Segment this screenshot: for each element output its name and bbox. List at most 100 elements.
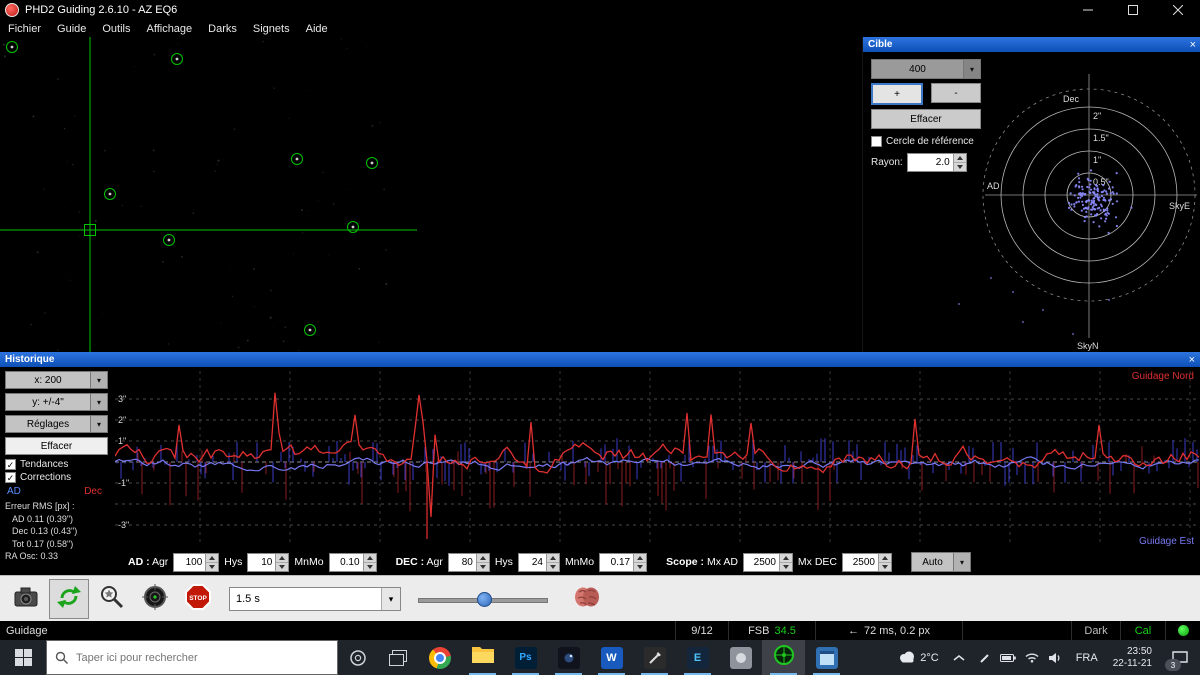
pen-icon[interactable] bbox=[979, 652, 991, 664]
menu-item-affichage[interactable]: Affichage bbox=[139, 20, 201, 37]
ra-minmove-spinner[interactable] bbox=[362, 553, 376, 571]
wifi-icon[interactable] bbox=[1025, 652, 1039, 663]
status-correction: 72 ms, 0.2 px bbox=[863, 624, 931, 637]
taskbar-search-input[interactable] bbox=[74, 650, 329, 665]
history-panel-titlebar[interactable]: Historique × bbox=[0, 352, 1200, 367]
weather-widget[interactable]: 2°C bbox=[891, 640, 945, 675]
notification-badge: 3 bbox=[1165, 659, 1181, 671]
dec-minmove-spinbox[interactable]: 0.17 bbox=[599, 552, 648, 572]
ra-aggression-spinbox[interactable]: 100 bbox=[173, 552, 220, 572]
dec-aggression-spinner[interactable] bbox=[475, 553, 489, 571]
target-panel-close-button[interactable]: × bbox=[1190, 39, 1196, 50]
taskbar-search[interactable] bbox=[46, 640, 338, 675]
ra-prefix-label: AD : bbox=[128, 556, 150, 568]
menu-item-darks[interactable]: Darks bbox=[200, 20, 245, 37]
minimize-button[interactable] bbox=[1065, 0, 1110, 20]
dropdown-arrow-icon: ▾ bbox=[90, 372, 107, 388]
slider-handle[interactable] bbox=[476, 592, 492, 607]
advanced-settings-button[interactable] bbox=[567, 579, 607, 619]
maximize-button[interactable] bbox=[1110, 0, 1155, 20]
ra-hysteresis-spinbox[interactable]: 10 bbox=[247, 552, 290, 572]
rms-dec: Dec 0.13 (0.43") bbox=[12, 526, 78, 536]
settings-dropdown[interactable]: Réglages ▾ bbox=[5, 415, 108, 433]
task-view-button[interactable] bbox=[378, 640, 418, 675]
taskbar-app-word[interactable]: W bbox=[590, 640, 633, 675]
svg-text:1": 1" bbox=[118, 436, 126, 446]
target-panel: Cible × 400 ▾ + - Effacer Cercle de réfé… bbox=[862, 37, 1200, 352]
gray-app-icon bbox=[729, 646, 752, 669]
taskbar-app-gray-app[interactable] bbox=[719, 640, 762, 675]
mxdec-label: Mx DEC bbox=[797, 556, 837, 568]
volume-icon[interactable] bbox=[1048, 652, 1062, 664]
action-center-button[interactable]: 3 bbox=[1160, 640, 1200, 675]
max-ra-spinner[interactable] bbox=[778, 553, 792, 571]
dark-app-icon bbox=[557, 646, 580, 669]
clock-date: 22-11-21 bbox=[1112, 657, 1152, 669]
x-scale-dropdown[interactable]: x: 200 ▾ bbox=[5, 371, 108, 389]
camera-view[interactable] bbox=[0, 37, 862, 352]
exposure-dropdown[interactable]: 1.5 s ▾ bbox=[229, 587, 401, 611]
tray-overflow-button[interactable] bbox=[946, 640, 972, 675]
language-indicator[interactable]: FRA bbox=[1069, 640, 1105, 675]
gamma-slider[interactable] bbox=[418, 589, 548, 609]
tray-icons[interactable] bbox=[972, 640, 1069, 675]
dec-hysteresis-spinner[interactable] bbox=[545, 553, 559, 571]
taskbar-app-phd2[interactable] bbox=[762, 640, 805, 675]
dec-hysteresis-spinbox[interactable]: 24 bbox=[517, 552, 560, 572]
ra-hysteresis-spinner[interactable] bbox=[275, 553, 289, 571]
loop-exposures-button[interactable] bbox=[49, 579, 89, 619]
trend-checkbox[interactable]: ✓ bbox=[5, 459, 16, 470]
max-dec-spinbox[interactable]: 2500 bbox=[842, 552, 892, 572]
guide-button[interactable] bbox=[135, 579, 175, 619]
dec-aggression-spinbox[interactable]: 80 bbox=[447, 552, 490, 572]
task-view-icon bbox=[389, 649, 407, 666]
stop-button[interactable]: STOP bbox=[178, 579, 218, 619]
menu-item-fichier[interactable]: Fichier bbox=[0, 20, 49, 37]
taskbar-app-pen-app[interactable] bbox=[633, 640, 676, 675]
connect-camera-button[interactable] bbox=[6, 579, 46, 619]
cortana-button[interactable] bbox=[338, 640, 378, 675]
svg-text:-3": -3" bbox=[118, 520, 129, 530]
close-button[interactable] bbox=[1155, 0, 1200, 20]
dec-mode-dropdown[interactable]: Auto ▾ bbox=[911, 552, 971, 572]
taskbar-app-window-app[interactable] bbox=[805, 640, 848, 675]
y-scale-dropdown[interactable]: y: +/-4" ▾ bbox=[5, 393, 108, 411]
taskbar-app-chrome[interactable] bbox=[418, 640, 461, 675]
phd2-icon bbox=[772, 643, 796, 672]
start-button[interactable] bbox=[0, 640, 46, 675]
pen-app-icon bbox=[643, 646, 666, 669]
menu-item-guide[interactable]: Guide bbox=[49, 20, 94, 37]
menu-item-outils[interactable]: Outils bbox=[94, 20, 138, 37]
target-panel-titlebar[interactable]: Cible × bbox=[863, 37, 1200, 52]
max-ra-spinbox[interactable]: 2500 bbox=[742, 552, 793, 572]
battery-icon[interactable] bbox=[999, 653, 1016, 663]
settings-value: Réglages bbox=[26, 418, 70, 430]
taskbar-app-dark-app[interactable] bbox=[547, 640, 590, 675]
auto-select-star-button[interactable] bbox=[92, 579, 132, 619]
max-dec-spinner[interactable] bbox=[878, 553, 891, 571]
history-clear-button[interactable]: Effacer bbox=[5, 437, 108, 455]
rms-tot: Tot 0.17 (0.58") bbox=[12, 538, 74, 549]
taskbar-app-blue-app[interactable]: E bbox=[676, 640, 719, 675]
ra-aggression-value: 100 bbox=[185, 556, 203, 568]
taskbar-clock[interactable]: 23:50 22-11-21 bbox=[1105, 646, 1160, 670]
dec-aggression-value: 80 bbox=[461, 556, 473, 568]
y-scale-value: y: +/-4" bbox=[32, 396, 64, 408]
corrections-checkbox[interactable]: ✓ bbox=[5, 472, 16, 483]
ra-minmove-spinbox[interactable]: 0.10 bbox=[328, 552, 377, 572]
taskbar-app-photoshop[interactable]: Ps bbox=[504, 640, 547, 675]
status-cal-label: Cal bbox=[1120, 621, 1165, 640]
chrome-icon bbox=[428, 646, 451, 669]
guide-icon bbox=[141, 583, 169, 616]
history-panel-close-button[interactable]: × bbox=[1189, 354, 1195, 365]
dec-minmove-spinner[interactable] bbox=[633, 553, 647, 571]
svg-text:2": 2" bbox=[1093, 111, 1101, 121]
svg-text:1": 1" bbox=[1093, 155, 1101, 165]
ra-hysteresis-value: 10 bbox=[261, 556, 273, 568]
ra-aggression-spinner[interactable] bbox=[205, 553, 219, 571]
menu-item-signets[interactable]: Signets bbox=[245, 20, 298, 37]
taskbar-app-file-explorer[interactable] bbox=[461, 640, 504, 675]
svg-text:Guidage Est: Guidage Est bbox=[1139, 536, 1194, 547]
menu-item-aide[interactable]: Aide bbox=[298, 20, 336, 37]
trend-label: Tendances bbox=[20, 459, 69, 470]
